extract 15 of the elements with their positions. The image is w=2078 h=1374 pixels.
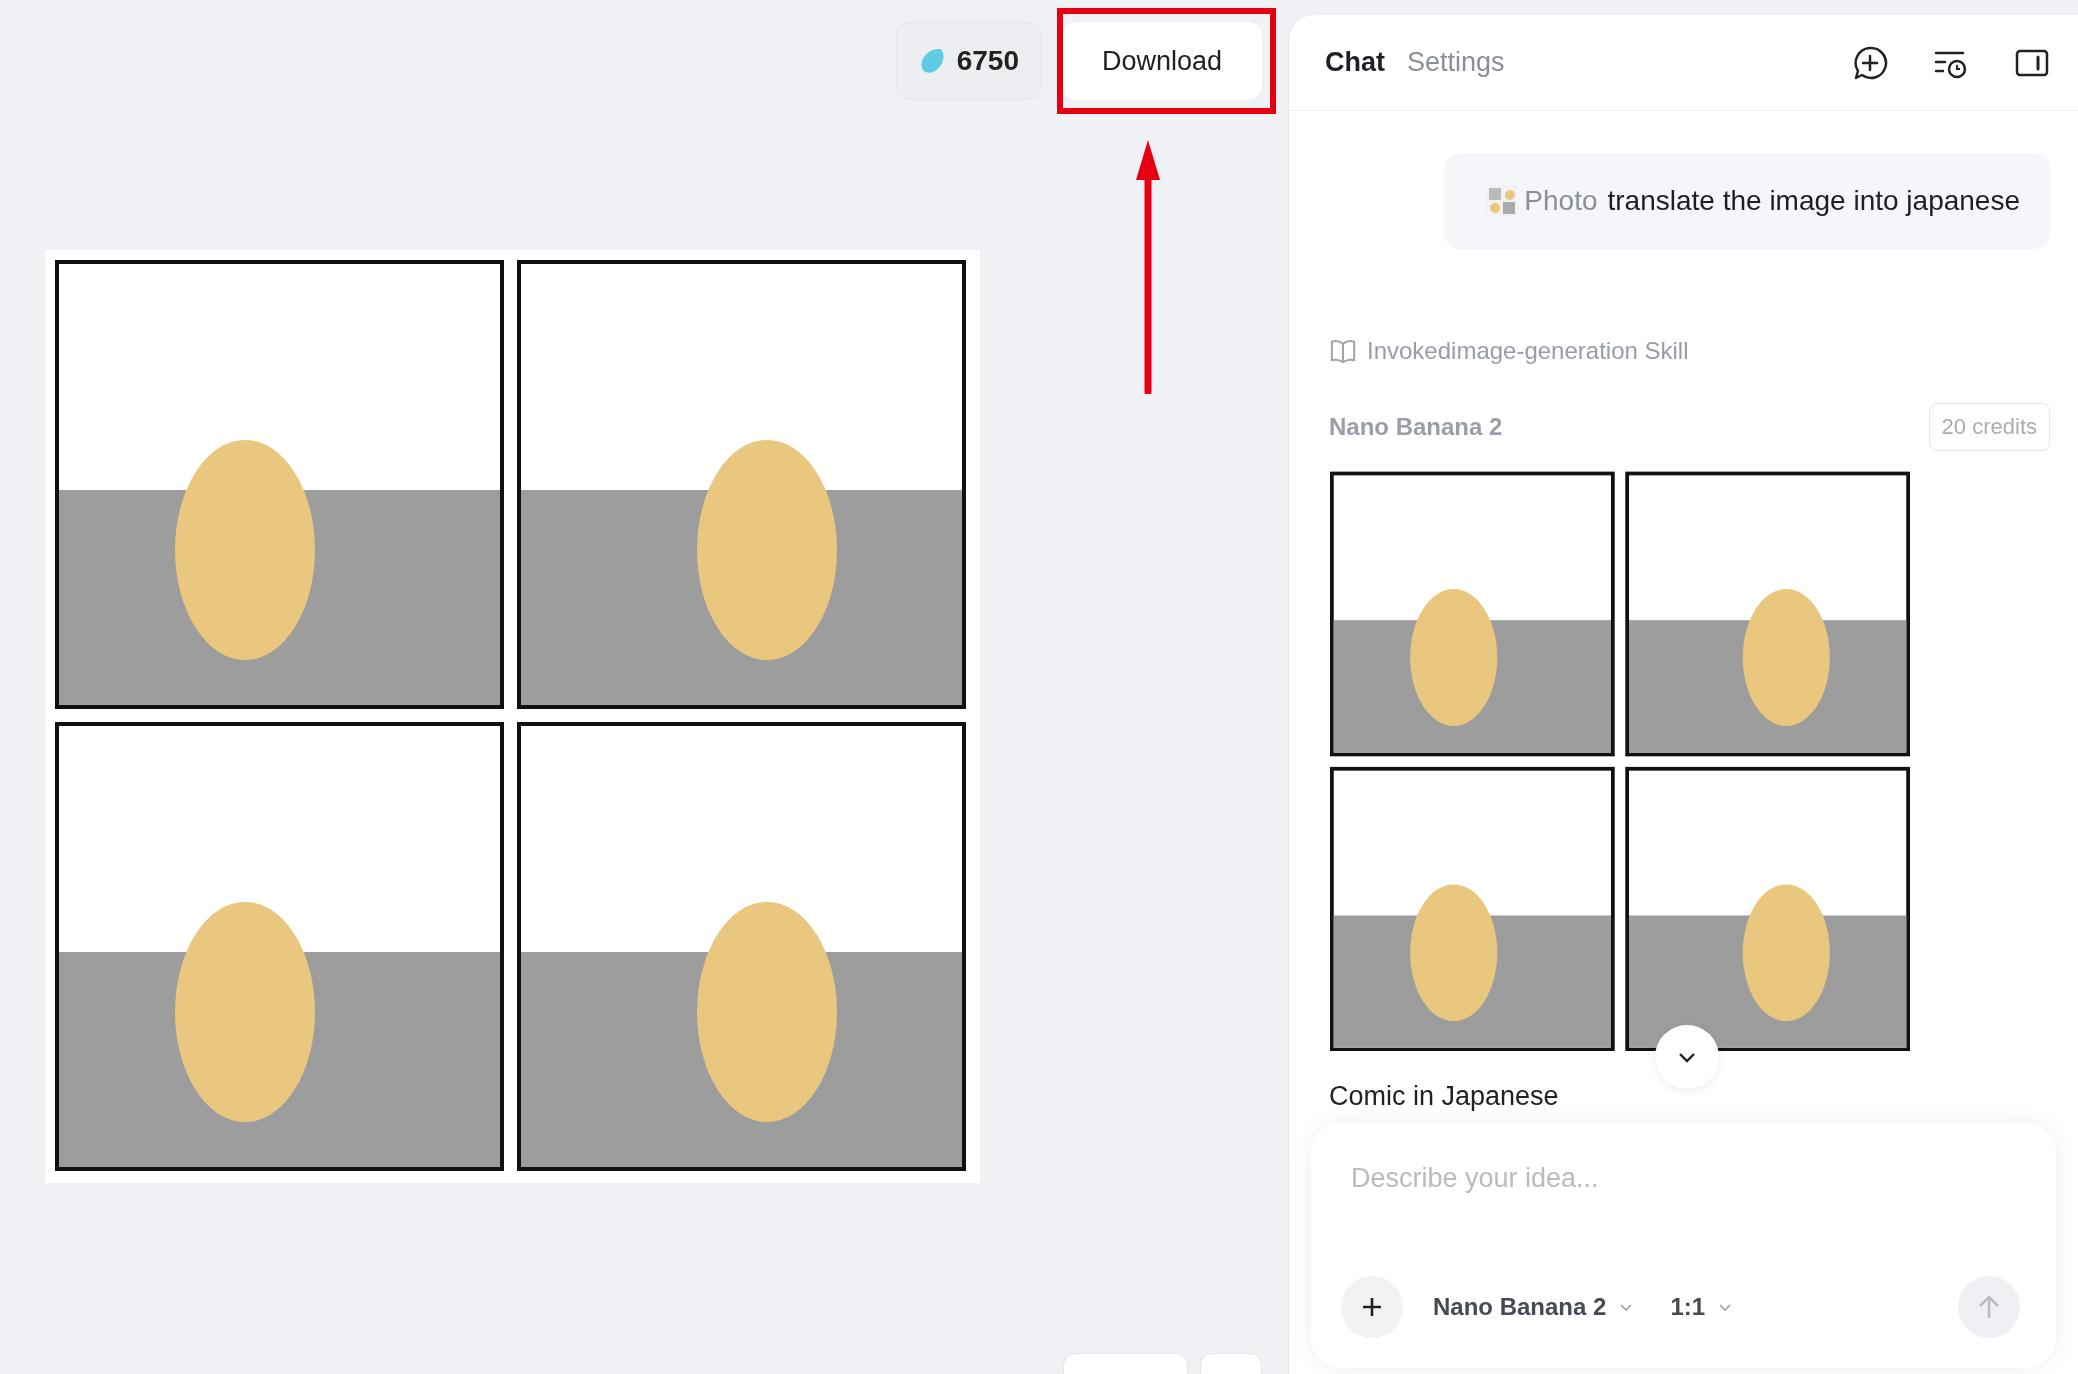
message-text: translate the image into japanese (1607, 185, 2020, 217)
book-icon (1329, 338, 1357, 364)
result-caption: Comic in Japanese (1329, 1081, 1560, 1112)
balance-amount: 6750 (956, 45, 1019, 77)
credit-balance[interactable]: 6750 (895, 22, 1042, 100)
skill-note: Invokedimage-generation Skill (1367, 337, 1689, 365)
model-name: Nano Banana 2 (1329, 413, 1503, 441)
plus-icon (1360, 1295, 1384, 1319)
model-select[interactable]: Nano Banana 2 (1427, 1293, 1641, 1321)
tab[interactable]: Chat (1317, 47, 1393, 78)
credits-badge: 20 credits (1928, 403, 2050, 451)
attachment-label: Photo (1524, 185, 1598, 217)
download-button[interactable]: Download (1062, 22, 1262, 100)
new-chat-icon[interactable] (1852, 44, 1888, 81)
ratio-select[interactable]: 1:1 (1664, 1293, 1740, 1321)
